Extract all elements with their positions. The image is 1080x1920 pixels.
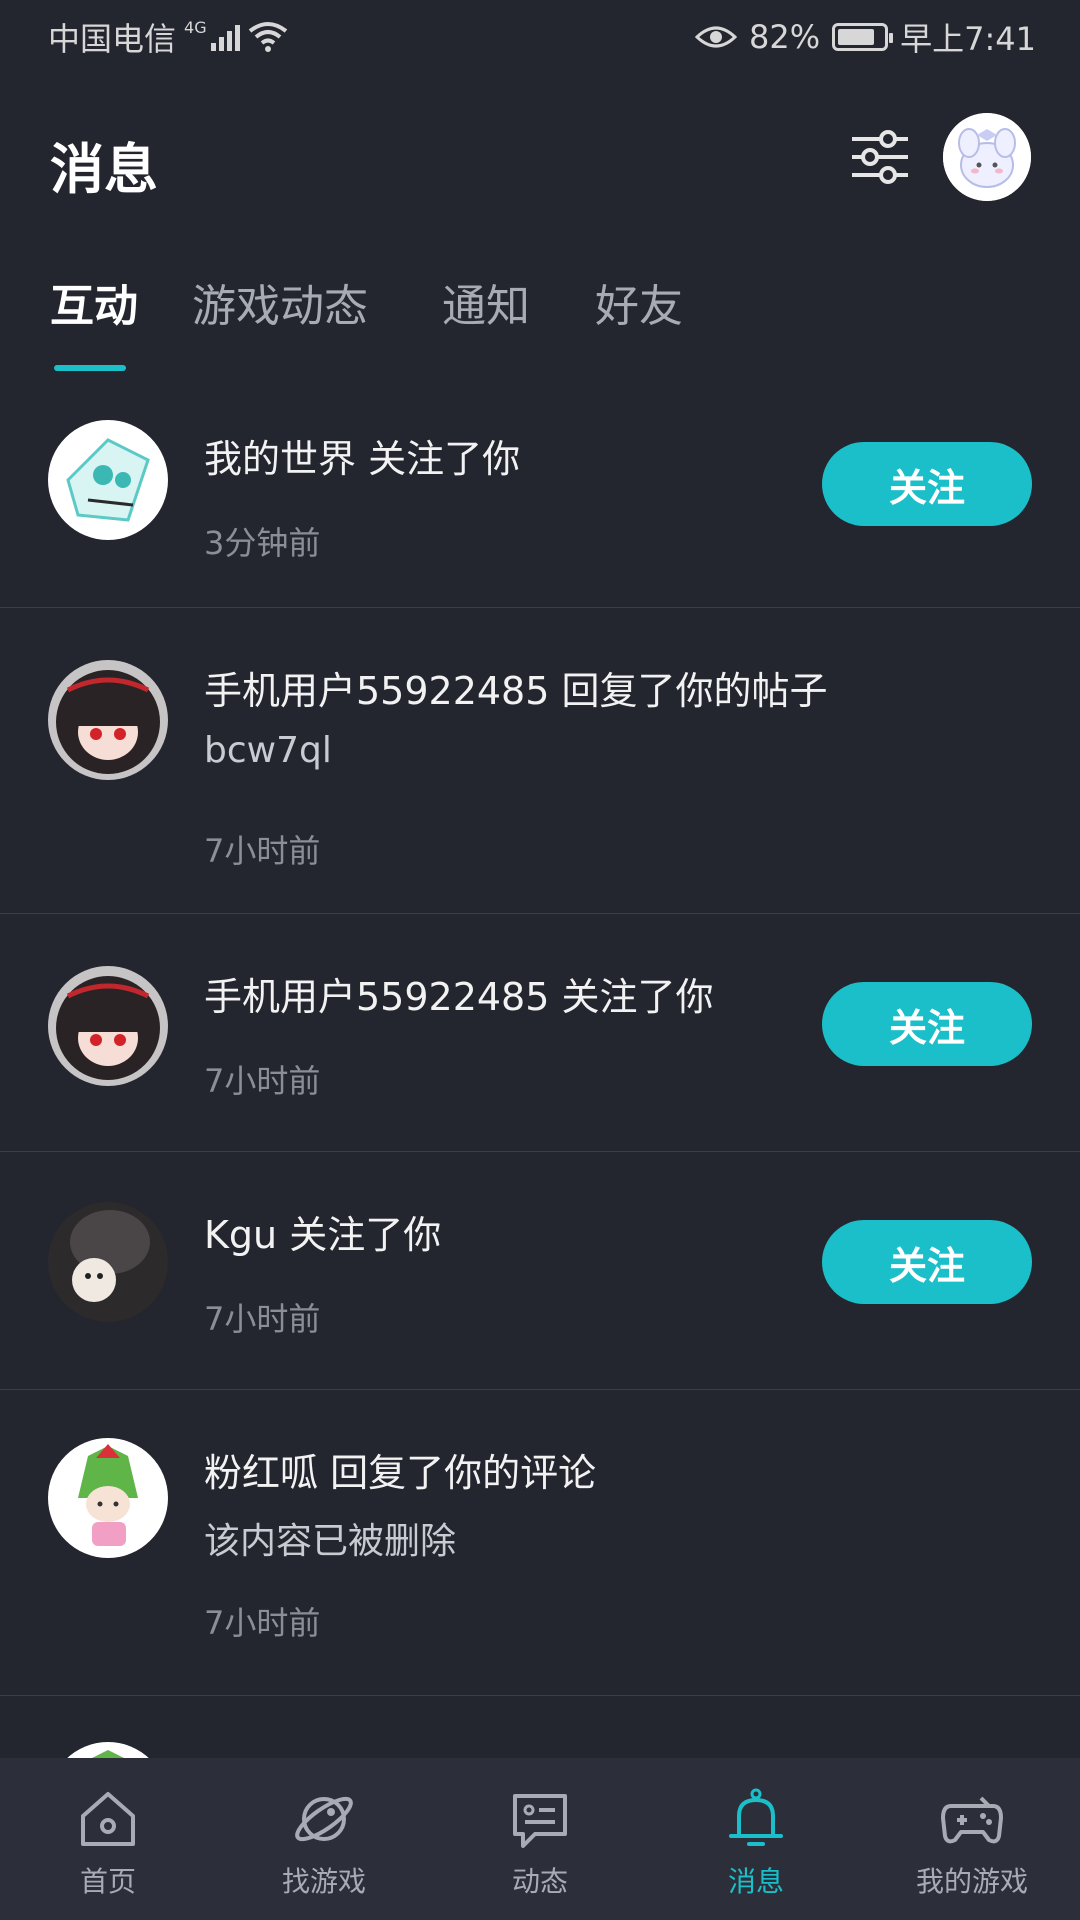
list-item[interactable]: Kgu 关注了你 7小时前 关注 <box>0 1152 1080 1390</box>
nav-my-games[interactable]: 我的游戏 <box>864 1758 1080 1920</box>
list-item[interactable]: 手机用户55922485 关注了你 7小时前 关注 <box>0 914 1080 1152</box>
home-icon <box>81 1792 135 1846</box>
nav-home-label: 首页 <box>79 1865 136 1898</box>
notification-list: 我的世界 关注了你 3分钟前 关注 手机用户55922485 回复了你的帖子 b… <box>0 400 1080 1862</box>
battery-percent: 82% <box>749 18 821 56</box>
bottom-navigation: 首页 找游戏 动态 消息 我的游戏 <box>0 1758 1080 1920</box>
avatar[interactable] <box>48 1202 168 1322</box>
notification-time: 7小时前 <box>204 1300 321 1338</box>
dog-photo-avatar-icon <box>48 1202 168 1322</box>
nav-find-games[interactable]: 找游戏 <box>216 1758 432 1920</box>
eye-icon <box>695 26 737 48</box>
notification-text: 我的世界 关注了你 <box>204 437 521 481</box>
follow-button[interactable]: 关注 <box>822 982 1032 1066</box>
notification-text: 手机用户55922485 回复了你的帖子 <box>204 669 828 713</box>
planet-icon <box>295 1796 353 1842</box>
page-title: 消息 <box>50 138 158 201</box>
battery-icon <box>832 23 894 51</box>
carrier-label: 中国电信 <box>48 20 177 58</box>
clock: 早上7:41 <box>900 20 1036 58</box>
network-type: 4G <box>184 17 207 37</box>
notification-subtext: bcw7ql <box>204 730 332 771</box>
avatar[interactable] <box>48 1438 168 1558</box>
nav-find-games-label: 找游戏 <box>281 1865 366 1898</box>
nav-my-games-label: 我的游戏 <box>915 1865 1028 1898</box>
message-tabs: 互动 游戏动态 通知 好友 <box>0 270 1080 380</box>
green-hat-avatar-icon <box>48 1438 168 1558</box>
list-item[interactable]: 我的世界 关注了你 3分钟前 关注 <box>0 400 1080 608</box>
battery-fill <box>838 29 875 45</box>
bell-icon <box>729 1788 783 1846</box>
nav-feed[interactable]: 动态 <box>432 1758 648 1920</box>
signal-icon <box>210 23 240 51</box>
avatar[interactable] <box>48 660 168 780</box>
chat-card-icon <box>513 1794 567 1848</box>
anime-girl-avatar-icon <box>48 660 168 780</box>
robot-avatar-icon <box>48 420 168 540</box>
notification-text: 手机用户55922485 关注了你 <box>204 975 714 1019</box>
nav-messages-label: 消息 <box>727 1865 784 1898</box>
nav-messages[interactable]: 消息 <box>648 1758 864 1920</box>
tab-friends[interactable]: 好友 <box>595 270 683 334</box>
tab-interaction[interactable]: 互动 <box>50 270 138 334</box>
notification-text: 粉红呱 回复了你的评论 <box>204 1451 597 1495</box>
page-header: 消息 <box>0 95 1080 215</box>
notification-time: 7小时前 <box>204 1604 321 1642</box>
nav-feed-label: 动态 <box>511 1865 568 1898</box>
list-item[interactable]: 粉红呱 回复了你的评论 该内容已被删除 7小时前 <box>0 1390 1080 1696</box>
status-bar: 中国电信 4G 82% 早上7:41 <box>0 0 1080 70</box>
list-item[interactable]: 手机用户55922485 回复了你的帖子 bcw7ql 7小时前 <box>0 608 1080 914</box>
tab-game-updates[interactable]: 游戏动态 <box>192 270 368 334</box>
notification-time: 7小时前 <box>204 1062 321 1100</box>
notification-subtext: 该内容已被删除 <box>204 1521 457 1562</box>
user-avatar[interactable] <box>943 113 1031 201</box>
avatar[interactable] <box>48 966 168 1086</box>
follow-button[interactable]: 关注 <box>822 442 1032 526</box>
wifi-icon <box>248 22 287 52</box>
sliders-icon[interactable] <box>848 125 912 189</box>
bunny-avatar-icon <box>943 113 1031 201</box>
gamepad-icon <box>941 1796 1003 1844</box>
tab-notifications[interactable]: 通知 <box>442 270 530 334</box>
notification-time: 7小时前 <box>204 832 321 870</box>
anime-girl-avatar-icon <box>48 966 168 1086</box>
avatar[interactable] <box>48 420 168 540</box>
follow-button[interactable]: 关注 <box>822 1220 1032 1304</box>
nav-home[interactable]: 首页 <box>0 1758 216 1920</box>
notification-text: Kgu 关注了你 <box>204 1213 442 1257</box>
active-tab-indicator <box>54 365 126 371</box>
notification-time: 3分钟前 <box>204 524 321 562</box>
